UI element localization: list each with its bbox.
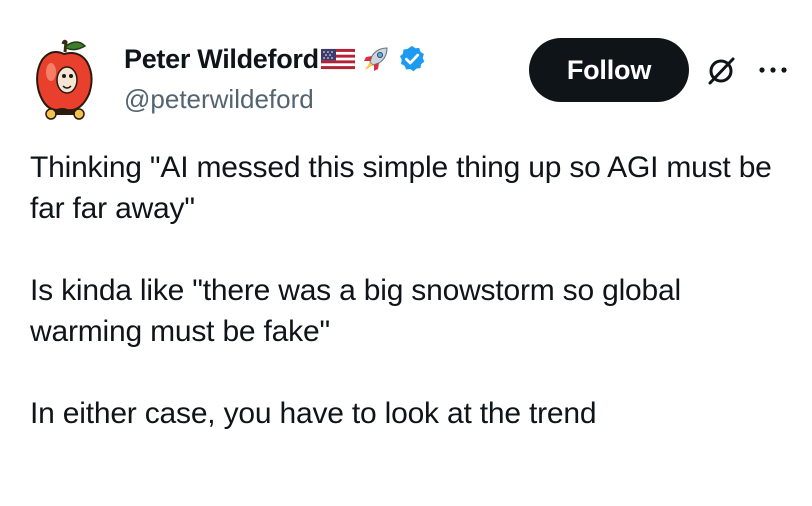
user-handle[interactable]: @peterwildeford: [124, 82, 427, 116]
avatar[interactable]: [33, 38, 97, 122]
tweet-paragraph: Thinking "AI messed this simple thing up…: [30, 151, 772, 225]
tweet-card: Peter Wildeford @peterwildeford Follow T…: [0, 0, 812, 506]
more-horizontal-icon[interactable]: [755, 58, 791, 82]
name-row: Peter Wildeford: [124, 40, 427, 78]
grok-icon[interactable]: [702, 52, 740, 90]
apple-avatar-image: [36, 39, 93, 120]
tweet-text: Thinking "AI messed this simple thing up…: [30, 147, 790, 434]
verified-badge-icon[interactable]: [397, 44, 427, 74]
tweet-paragraph: In either case, you have to look at the …: [30, 397, 597, 430]
rocket-emoji: [361, 44, 391, 74]
us-flag-emoji: [320, 47, 356, 71]
follow-button[interactable]: Follow: [529, 38, 689, 102]
user-info: Peter Wildeford @peterwildeford: [124, 40, 427, 116]
display-name[interactable]: Peter Wildeford: [124, 40, 319, 78]
tweet-paragraph: Is kinda like "there was a big snowstorm…: [30, 274, 681, 348]
